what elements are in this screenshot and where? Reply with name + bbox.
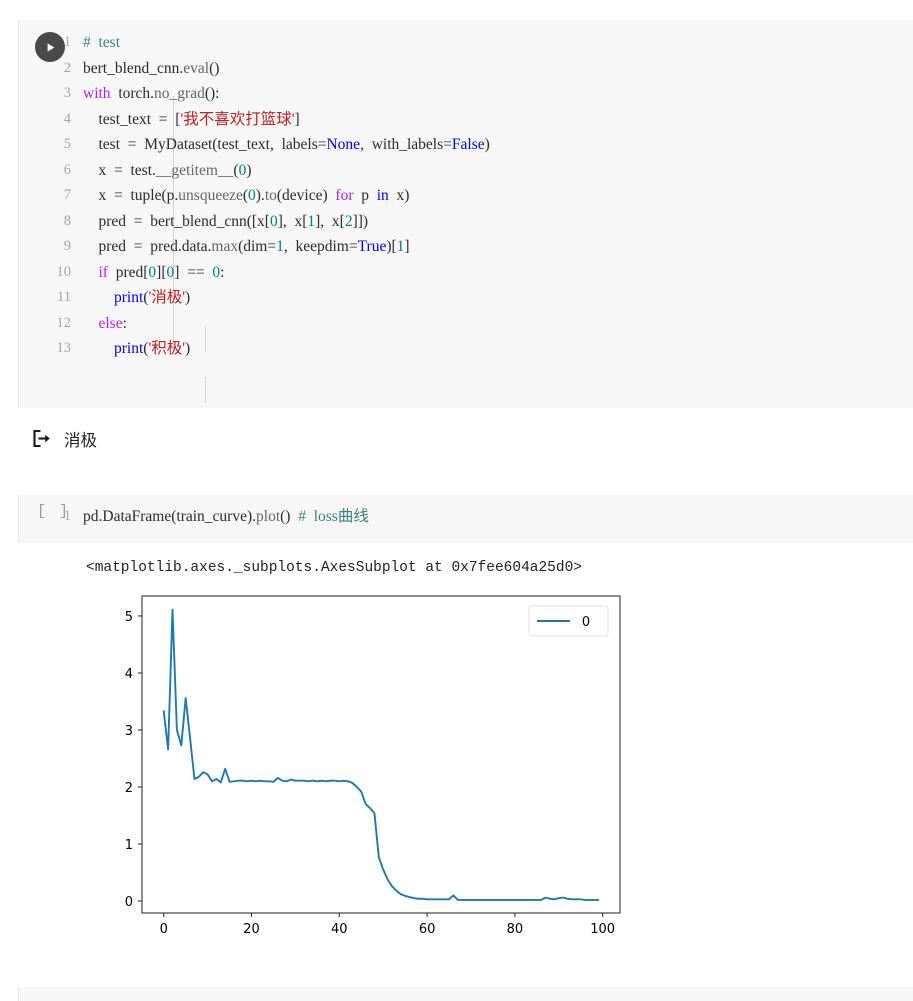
code-text: pred = pred.data.max(dim=1, keepdim=True… <box>83 238 410 255</box>
code-line: 9 pred = pred.data.max(dim=1, keepdim=Tr… <box>19 234 913 260</box>
code-text: bert_blend_cnn.eval() <box>83 59 220 77</box>
code-line: 7 x = tuple(p.unsqueeze(0).to(device) fo… <box>19 183 913 209</box>
line-number: 13 <box>56 340 72 356</box>
line-number: 12 <box>56 314 72 331</box>
code-text: print('消极') <box>114 289 191 306</box>
code-text: pred = bert_blend_cnn([x[0], x[1], x[2]]… <box>83 212 369 230</box>
code-line: 5 test = MyDataset(test_text, labels=Non… <box>19 132 913 158</box>
code-text: with torch.no_grad(): <box>83 85 220 102</box>
x-tick-label: 60 <box>419 922 436 937</box>
code-text: else: <box>98 314 127 332</box>
code-cell-2[interactable]: [ ] 1 pd.DataFrame(train_curve).plot() # … <box>18 495 913 543</box>
code-line: 6 x = test.__getitem__(0) <box>19 158 913 184</box>
code-text: x = test.__getitem__(0) <box>83 161 252 179</box>
x-tick-label: 80 <box>507 922 524 937</box>
x-tick-label: 20 <box>243 922 260 937</box>
line-number: 2 <box>63 59 71 76</box>
indent-guide-3 <box>205 377 206 403</box>
chart-legend: 0 <box>528 605 609 637</box>
cell-2-output-repr: <matplotlib.axes._subplots.AxesSubplot a… <box>86 560 582 576</box>
y-tick-label: 1 <box>125 838 133 853</box>
y-tick-label: 4 <box>125 667 133 682</box>
line-number: 4 <box>63 110 71 127</box>
code-text: x = tuple(p.unsqueeze(0).to(device) for … <box>83 187 410 204</box>
code-text: test_text = ['我不喜欢打篮球'] <box>83 110 300 128</box>
legend-entry-0: 0 <box>582 615 590 630</box>
x-tick-label: 100 <box>590 922 615 937</box>
code-line: 13 print('积极') <box>19 336 913 362</box>
matplotlib-figure: 0 20 40 60 80 100 0 1 2 3 4 5 0 <box>118 592 630 953</box>
line-number: 6 <box>63 161 71 178</box>
cell-2-output-repr-row: <matplotlib.axes._subplots.AxesSubplot a… <box>86 560 582 576</box>
y-tick-label: 5 <box>125 610 133 625</box>
code-line: 1 pd.DataFrame(train_curve).plot() # loss… <box>19 504 913 530</box>
code-text: if pred[0][0] == 0: <box>98 263 225 281</box>
cell-1-output: 消极 <box>18 427 97 453</box>
cell-2-code[interactable]: 1 pd.DataFrame(train_curve).plot() # loss… <box>19 495 913 539</box>
code-line: 1 # test <box>19 30 913 56</box>
line-number: 11 <box>57 289 71 305</box>
notebook-page: 1 # test 2 bert_blend_cnn.eval() 3 with torch… <box>0 0 913 1001</box>
code-cell-1[interactable]: 1 # test 2 bert_blend_cnn.eval() 3 with torch… <box>18 20 913 408</box>
code-line: 2 bert_blend_cnn.eval() <box>19 56 913 82</box>
code-line: 11 print('消极') <box>19 285 913 311</box>
code-cell-3[interactable] <box>18 987 913 1001</box>
line-number: 1 <box>63 508 71 524</box>
line-number: 5 <box>63 136 71 152</box>
y-tick-label: 0 <box>125 895 133 910</box>
loss-curve-chart: 0 20 40 60 80 100 0 1 2 3 4 5 0 <box>118 592 630 953</box>
y-tick-label: 2 <box>125 781 133 796</box>
code-line: 10 if pred[0][0] == 0: <box>19 260 913 286</box>
x-tick-label: 0 <box>160 922 168 937</box>
code-line: 4 test_text = ['我不喜欢打篮球'] <box>19 107 913 133</box>
cell-1-output-text: 消极 <box>64 431 97 450</box>
line-number: 7 <box>63 187 71 203</box>
line-number: 8 <box>63 212 71 229</box>
y-tick-label: 3 <box>125 724 133 739</box>
code-text: test = MyDataset(test_text, labels=None,… <box>83 136 490 153</box>
code-text: print('积极') <box>114 340 191 357</box>
line-number: 1 <box>63 34 71 50</box>
code-text: # test <box>83 34 121 51</box>
output-arrow-icon <box>18 427 64 453</box>
line-number: 3 <box>63 85 71 101</box>
cell-1-code[interactable]: 1 # test 2 bert_blend_cnn.eval() 3 with torch… <box>19 20 913 403</box>
line-number: 9 <box>63 238 71 254</box>
code-line: 12 else: <box>19 311 913 337</box>
x-tick-label: 40 <box>331 922 348 937</box>
code-text: pd.DataFrame(train_curve).plot() # loss曲… <box>83 508 369 525</box>
line-number: 10 <box>56 263 72 280</box>
code-line: 3 with torch.no_grad(): <box>19 81 913 107</box>
code-line: 8 pred = bert_blend_cnn([x[0], x[1], x[2… <box>19 209 913 235</box>
